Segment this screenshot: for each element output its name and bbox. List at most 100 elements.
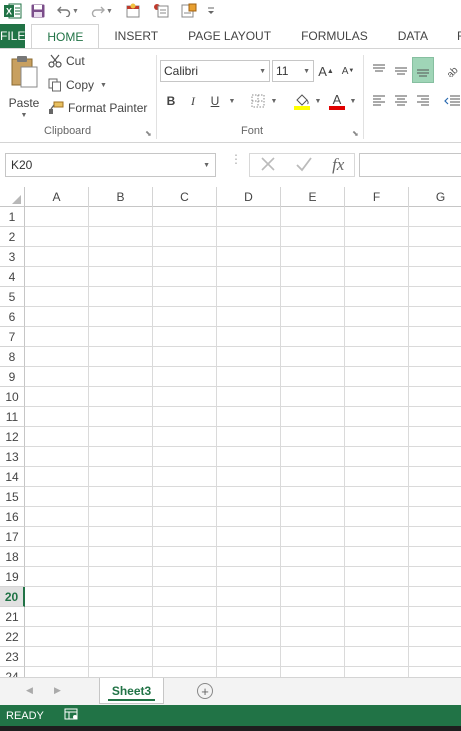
scroll-tabs-left-icon[interactable]: ◀ xyxy=(26,685,33,696)
decrease-font-size-icon[interactable]: A ▼ xyxy=(340,61,356,81)
new-sheet-icon[interactable]: + xyxy=(197,683,213,699)
row-header[interactable]: 5 xyxy=(0,287,25,307)
row-header[interactable]: 10 xyxy=(0,387,25,407)
enter-icon[interactable] xyxy=(295,156,313,175)
sheet-tabs-bar: ◀ ▶ Sheet3 + xyxy=(0,677,461,705)
orientation-icon[interactable]: ab xyxy=(443,59,461,81)
scroll-tabs-right-icon[interactable]: ▶ xyxy=(54,685,61,696)
italic-button[interactable]: I xyxy=(185,91,201,111)
paste-dropdown-icon[interactable]: ▼ xyxy=(6,112,42,119)
copy-button[interactable]: Copy ▼ xyxy=(48,78,107,92)
borders-dropdown-icon[interactable]: ▼ xyxy=(269,91,279,111)
bold-button[interactable]: B xyxy=(163,91,179,111)
window-bottom-edge xyxy=(0,726,461,731)
column-header[interactable]: C xyxy=(153,187,217,207)
tab-page-layout[interactable]: PAGE LAYOUT xyxy=(173,24,286,48)
font-color-icon[interactable]: A xyxy=(327,90,347,112)
increase-font-size-icon[interactable]: A ▲ xyxy=(318,61,334,81)
row-header[interactable]: 18 xyxy=(0,547,25,567)
formula-bar-grip-icon[interactable]: ⋮ xyxy=(230,153,242,165)
row-header[interactable]: 21 xyxy=(0,607,25,627)
row-header[interactable]: 23 xyxy=(0,647,25,667)
row-header[interactable]: 11 xyxy=(0,407,25,427)
sheet-tab-active[interactable]: Sheet3 xyxy=(99,678,164,704)
row-header[interactable]: 15 xyxy=(0,487,25,507)
row-header[interactable]: 19 xyxy=(0,567,25,587)
row-header[interactable]: 9 xyxy=(0,367,25,387)
new-document-icon[interactable] xyxy=(120,0,146,22)
save-icon[interactable] xyxy=(26,0,50,22)
align-right-icon[interactable] xyxy=(413,91,433,111)
copy-label: Copy xyxy=(66,78,95,92)
column-header[interactable]: B xyxy=(89,187,153,207)
row-header[interactable]: 1 xyxy=(0,207,25,227)
decrease-indent-icon[interactable] xyxy=(443,91,461,111)
form-icon[interactable] xyxy=(176,0,202,22)
column-header[interactable]: E xyxy=(281,187,345,207)
row-header[interactable]: 6 xyxy=(0,307,25,327)
font-color-dropdown-icon[interactable]: ▼ xyxy=(348,91,358,111)
borders-icon[interactable] xyxy=(250,91,266,111)
redo-icon[interactable]: ▼ xyxy=(86,0,118,22)
font-size-select[interactable]: 11 ▼ xyxy=(272,60,314,82)
svg-text:A: A xyxy=(333,92,342,107)
paste-icon xyxy=(6,55,42,92)
tab-data[interactable]: DATA xyxy=(383,24,443,48)
row-header-selected[interactable]: 20 xyxy=(0,587,25,607)
column-header[interactable]: A xyxy=(25,187,89,207)
insert-function-icon[interactable]: fx xyxy=(332,155,344,175)
row-header[interactable]: 8 xyxy=(0,347,25,367)
row-header[interactable]: 24 xyxy=(0,667,25,677)
name-box[interactable]: K20 ▼ xyxy=(5,153,216,177)
row-header[interactable]: 3 xyxy=(0,247,25,267)
excel-logo-icon: X xyxy=(2,0,24,22)
column-header[interactable]: F xyxy=(345,187,409,207)
format-painter-label: Format Painter xyxy=(68,101,148,115)
tab-home[interactable]: HOME xyxy=(31,24,100,49)
macro-recording-icon[interactable] xyxy=(64,708,78,723)
row-header[interactable]: 4 xyxy=(0,267,25,287)
cell-area[interactable] xyxy=(25,207,461,677)
row-header[interactable]: 17 xyxy=(0,527,25,547)
row-header[interactable]: 7 xyxy=(0,327,25,347)
column-header[interactable]: D xyxy=(217,187,281,207)
formula-input[interactable] xyxy=(359,153,461,177)
worksheet-grid[interactable]: A B C D E F G 1 2 3 4 5 6 7 8 9 10 11 12… xyxy=(0,187,461,677)
select-all-corner[interactable] xyxy=(0,187,25,207)
cut-button[interactable]: Cut xyxy=(48,54,85,68)
align-bottom-icon[interactable] xyxy=(412,57,434,83)
undo-icon[interactable]: ▼ xyxy=(52,0,84,22)
row-header[interactable]: 2 xyxy=(0,227,25,247)
font-name-select[interactable]: Calibri ▼ xyxy=(160,60,270,82)
fill-color-icon[interactable] xyxy=(292,90,312,112)
align-center-icon[interactable] xyxy=(391,91,411,111)
format-painter-button[interactable]: Format Painter xyxy=(48,101,147,115)
row-header[interactable]: 14 xyxy=(0,467,25,487)
row-header[interactable]: 16 xyxy=(0,507,25,527)
font-size-dropdown-icon: ▼ xyxy=(303,67,310,75)
customize-toolbar-icon[interactable] xyxy=(204,0,218,22)
paste-button[interactable]: Paste ▼ xyxy=(6,55,42,119)
cancel-icon[interactable] xyxy=(260,156,276,175)
svg-text:ab: ab xyxy=(445,65,460,77)
row-header[interactable]: 12 xyxy=(0,427,25,447)
align-middle-icon[interactable] xyxy=(391,59,411,81)
tab-file[interactable]: FILE xyxy=(0,24,26,48)
font-launcher-icon[interactable]: ⬊ xyxy=(352,129,359,138)
underline-button[interactable]: U xyxy=(207,91,223,111)
align-left-icon[interactable] xyxy=(369,91,389,111)
copy-dropdown-icon[interactable]: ▼ xyxy=(100,82,107,89)
align-top-icon[interactable] xyxy=(369,59,389,81)
underline-dropdown-icon[interactable]: ▼ xyxy=(227,91,237,111)
column-header[interactable]: G xyxy=(409,187,461,207)
quick-print-icon[interactable] xyxy=(148,0,174,22)
status-text: READY xyxy=(6,709,44,722)
row-header[interactable]: 22 xyxy=(0,627,25,647)
formula-buttons: fx xyxy=(249,153,355,177)
tab-review[interactable]: R xyxy=(443,24,461,48)
fill-color-dropdown-icon[interactable]: ▼ xyxy=(313,91,323,111)
clipboard-launcher-icon[interactable]: ⬊ xyxy=(145,129,152,138)
tab-formulas[interactable]: FORMULAS xyxy=(286,24,383,48)
row-header[interactable]: 13 xyxy=(0,447,25,467)
tab-insert[interactable]: INSERT xyxy=(99,24,173,48)
